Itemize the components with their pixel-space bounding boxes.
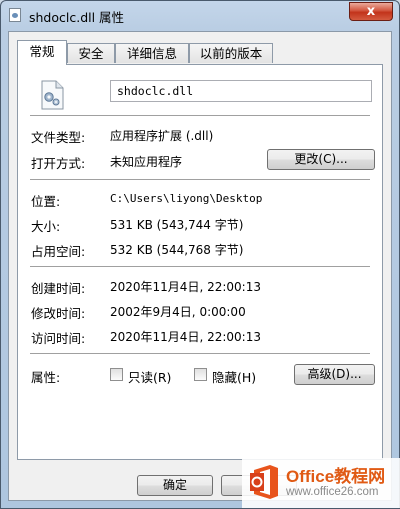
hidden-checkbox[interactable] xyxy=(194,368,207,381)
created-value: 2020年11月4日, 22:00:13 xyxy=(110,280,261,294)
dialog-client: 常规 安全 详细信息 以前的版本 shdoclc.dll 文件类型: 应用程序扩… xyxy=(8,31,392,501)
created-label: 创建时间: xyxy=(31,281,86,296)
opens-with-value: 未知应用程序 xyxy=(110,155,183,169)
separator xyxy=(30,353,370,355)
accessed-label: 访问时间: xyxy=(31,331,86,346)
size-value: 531 KB (543,744 字节) xyxy=(110,218,244,232)
readonly-label: 只读(R) xyxy=(128,370,172,385)
separator xyxy=(30,115,370,117)
tab-security[interactable]: 安全 xyxy=(67,43,115,63)
file-type-value: 应用程序扩展 (.dll) xyxy=(110,129,214,143)
close-button[interactable]: x xyxy=(349,2,393,21)
watermark-title: Office教程网 xyxy=(286,467,386,486)
opens-with-label: 打开方式: xyxy=(31,156,86,171)
location-label: 位置: xyxy=(31,194,61,209)
readonly-checkbox[interactable] xyxy=(110,368,123,381)
office-logo-icon xyxy=(250,465,278,499)
change-button[interactable]: 更改(C)... xyxy=(267,149,375,170)
tab-previous-versions[interactable]: 以前的版本 xyxy=(189,43,273,63)
modified-label: 修改时间: xyxy=(31,306,86,321)
separator xyxy=(30,179,370,181)
modified-value: 2002年9月4日, 0:00:00 xyxy=(110,305,246,319)
properties-window: shdoclc.dll 属性 x 常规 安全 详细信息 以前的版本 shdocl… xyxy=(0,0,400,509)
dll-file-icon xyxy=(41,80,64,110)
file-type-label: 文件类型: xyxy=(31,130,86,145)
separator xyxy=(30,266,370,268)
tab-details[interactable]: 详细信息 xyxy=(115,43,189,63)
file-icon xyxy=(9,8,21,22)
accessed-value: 2020年11月4日, 22:00:13 xyxy=(110,330,261,344)
ok-button[interactable]: 确定 xyxy=(137,475,213,496)
disk-size-label: 占用空间: xyxy=(31,244,86,259)
attributes-label: 属性: xyxy=(31,370,61,385)
general-panel: shdoclc.dll 文件类型: 应用程序扩展 (.dll) 打开方式: 未知… xyxy=(17,64,383,460)
window-title: shdoclc.dll 属性 xyxy=(29,10,125,25)
watermark-url: www.office26.com xyxy=(286,486,379,498)
size-label: 大小: xyxy=(31,219,61,234)
watermark: Office教程网 www.office26.com xyxy=(242,458,400,508)
location-value: C:\Users\liyong\Desktop xyxy=(110,192,263,205)
file-name-field[interactable]: shdoclc.dll xyxy=(110,80,372,102)
tab-general[interactable]: 常规 xyxy=(17,40,67,65)
hidden-label: 隐藏(H) xyxy=(212,370,257,385)
disk-size-value: 532 KB (544,768 字节) xyxy=(110,243,244,257)
advanced-button[interactable]: 高级(D)... xyxy=(294,364,375,385)
title-bar[interactable]: shdoclc.dll 属性 x xyxy=(1,1,399,29)
